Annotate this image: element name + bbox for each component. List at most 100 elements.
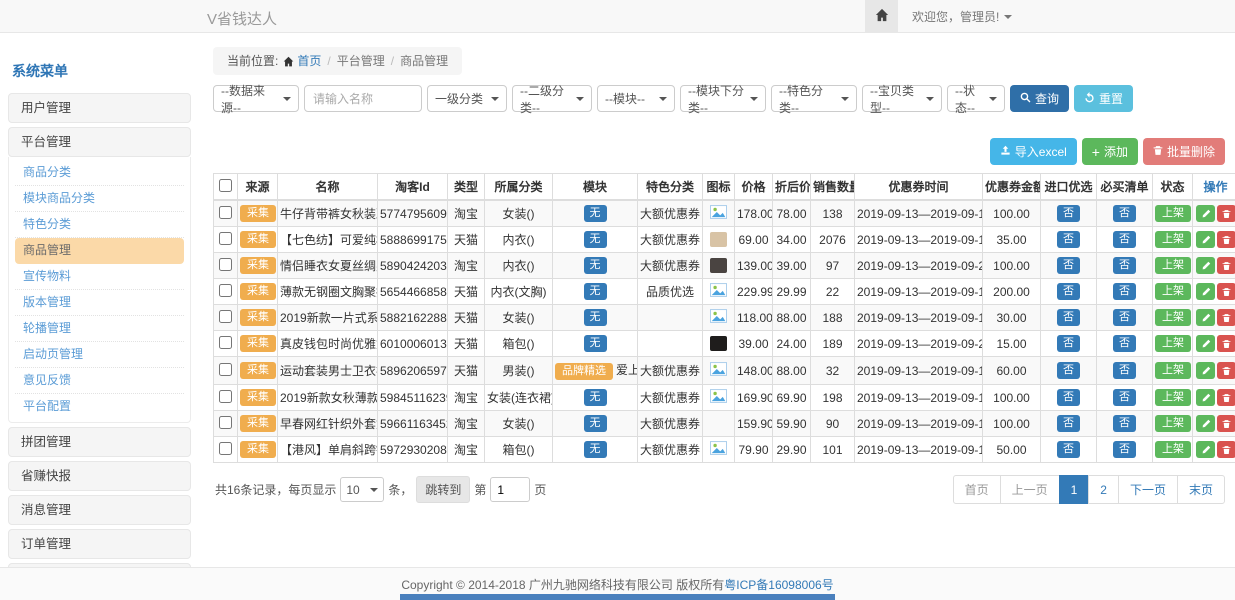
import-select-badge[interactable]: 否	[1057, 231, 1080, 248]
sidebar-group[interactable]: 平台管理	[8, 127, 191, 157]
row-checkbox[interactable]	[219, 336, 232, 349]
import-select-badge[interactable]: 否	[1057, 362, 1080, 379]
import-select-badge[interactable]: 否	[1057, 309, 1080, 326]
status-badge[interactable]: 上架	[1155, 362, 1191, 379]
status-badge[interactable]: 上架	[1155, 257, 1191, 274]
row-checkbox[interactable]	[219, 363, 232, 376]
filter-select[interactable]: --状态--	[947, 85, 1005, 112]
edit-button[interactable]	[1196, 309, 1215, 326]
page-button[interactable]: 下一页	[1118, 475, 1178, 504]
edit-button[interactable]	[1196, 362, 1215, 379]
row-checkbox[interactable]	[219, 442, 232, 455]
status-badge[interactable]: 上架	[1155, 283, 1191, 300]
status-badge[interactable]: 上架	[1155, 441, 1191, 458]
breadcrumb-home-link[interactable]: 首页	[297, 54, 321, 68]
sidebar-item[interactable]: 轮播管理	[15, 316, 184, 342]
delete-button[interactable]	[1217, 205, 1235, 222]
import-select-badge[interactable]: 否	[1057, 389, 1080, 406]
must-buy-badge[interactable]: 否	[1113, 231, 1136, 248]
row-checkbox[interactable]	[219, 258, 232, 271]
must-buy-badge[interactable]: 否	[1113, 283, 1136, 300]
page-button[interactable]: 首页	[953, 475, 1001, 504]
edit-button[interactable]	[1196, 335, 1215, 352]
row-checkbox[interactable]	[219, 284, 232, 297]
delete-button[interactable]	[1217, 389, 1235, 406]
sidebar-group[interactable]: 省赚快报	[8, 461, 191, 491]
status-badge[interactable]: 上架	[1155, 205, 1191, 222]
page-size-select[interactable]: 10	[340, 477, 384, 502]
row-checkbox[interactable]	[219, 232, 232, 245]
filter-select[interactable]: 一级分类	[427, 85, 507, 112]
home-button[interactable]	[865, 0, 898, 33]
edit-button[interactable]	[1196, 283, 1215, 300]
sidebar-item[interactable]: 意见反馈	[15, 368, 184, 394]
sidebar-item[interactable]: 启动页管理	[15, 342, 184, 368]
edit-button[interactable]	[1196, 389, 1215, 406]
jump-button[interactable]: 跳转到	[416, 476, 470, 503]
page-jump-input[interactable]	[490, 477, 530, 502]
filter-select[interactable]: --二级分类--	[512, 85, 592, 112]
edit-button[interactable]	[1196, 231, 1215, 248]
filter-select[interactable]: --宝贝类型--	[862, 85, 942, 112]
import-select-badge[interactable]: 否	[1057, 283, 1080, 300]
sidebar-group[interactable]: 拼团管理	[8, 427, 191, 457]
edit-button[interactable]	[1196, 415, 1215, 432]
must-buy-badge[interactable]: 否	[1113, 362, 1136, 379]
page-button[interactable]: 2	[1088, 475, 1119, 504]
must-buy-badge[interactable]: 否	[1113, 309, 1136, 326]
status-badge[interactable]: 上架	[1155, 335, 1191, 352]
must-buy-badge[interactable]: 否	[1113, 415, 1136, 432]
must-buy-badge[interactable]: 否	[1113, 205, 1136, 222]
sidebar-item[interactable]: 商品管理	[15, 238, 184, 264]
delete-button[interactable]	[1217, 257, 1235, 274]
row-checkbox[interactable]	[219, 310, 232, 323]
edit-button[interactable]	[1196, 257, 1215, 274]
filter-select[interactable]: --模块--	[597, 85, 675, 112]
sidebar-item[interactable]: 版本管理	[15, 290, 184, 316]
status-badge[interactable]: 上架	[1155, 389, 1191, 406]
delete-button[interactable]	[1217, 441, 1235, 458]
import-excel-button[interactable]: 导入excel	[990, 138, 1077, 165]
filter-select[interactable]: --特色分类--	[771, 85, 857, 112]
select-all-checkbox[interactable]	[219, 179, 232, 192]
delete-button[interactable]	[1217, 415, 1235, 432]
sidebar-item[interactable]: 特色分类	[15, 212, 184, 238]
sidebar-group[interactable]: 消息管理	[8, 495, 191, 525]
row-checkbox[interactable]	[219, 390, 232, 403]
reset-button[interactable]: 重置	[1074, 85, 1133, 112]
page-button[interactable]: 1	[1059, 475, 1090, 504]
page-button[interactable]: 末页	[1177, 475, 1225, 504]
delete-button[interactable]	[1217, 335, 1235, 352]
status-badge[interactable]: 上架	[1155, 415, 1191, 432]
import-select-badge[interactable]: 否	[1057, 441, 1080, 458]
row-checkbox[interactable]	[219, 416, 232, 429]
sidebar-item[interactable]: 平台配置	[15, 394, 184, 419]
must-buy-badge[interactable]: 否	[1113, 257, 1136, 274]
import-select-badge[interactable]: 否	[1057, 415, 1080, 432]
import-select-badge[interactable]: 否	[1057, 257, 1080, 274]
edit-button[interactable]	[1196, 205, 1215, 222]
filter-select[interactable]: --数据来源--	[213, 85, 299, 112]
filter-select[interactable]: --模块下分类--	[680, 85, 766, 112]
delete-button[interactable]	[1217, 283, 1235, 300]
sidebar-item[interactable]: 宣传物料	[15, 264, 184, 290]
must-buy-badge[interactable]: 否	[1113, 335, 1136, 352]
add-button[interactable]: + 添加	[1082, 138, 1138, 165]
status-badge[interactable]: 上架	[1155, 231, 1191, 248]
edit-button[interactable]	[1196, 441, 1215, 458]
sidebar-group[interactable]: 用户管理	[8, 93, 191, 123]
batch-delete-button[interactable]: 批量删除	[1143, 138, 1225, 165]
import-select-badge[interactable]: 否	[1057, 335, 1080, 352]
delete-button[interactable]	[1217, 231, 1235, 248]
user-menu[interactable]: 欢迎您，管理员!	[912, 8, 1012, 25]
sidebar-item[interactable]: 模块商品分类	[15, 186, 184, 212]
page-button[interactable]: 上一页	[1000, 475, 1060, 504]
delete-button[interactable]	[1217, 362, 1235, 379]
name-filter-input[interactable]	[304, 85, 422, 112]
sidebar-group[interactable]: 订单管理	[8, 529, 191, 559]
row-checkbox[interactable]	[219, 206, 232, 219]
search-button[interactable]: 查询	[1010, 85, 1069, 112]
import-select-badge[interactable]: 否	[1057, 205, 1080, 222]
icp-link[interactable]: 粤ICP备16098006号	[724, 576, 833, 593]
status-badge[interactable]: 上架	[1155, 309, 1191, 326]
